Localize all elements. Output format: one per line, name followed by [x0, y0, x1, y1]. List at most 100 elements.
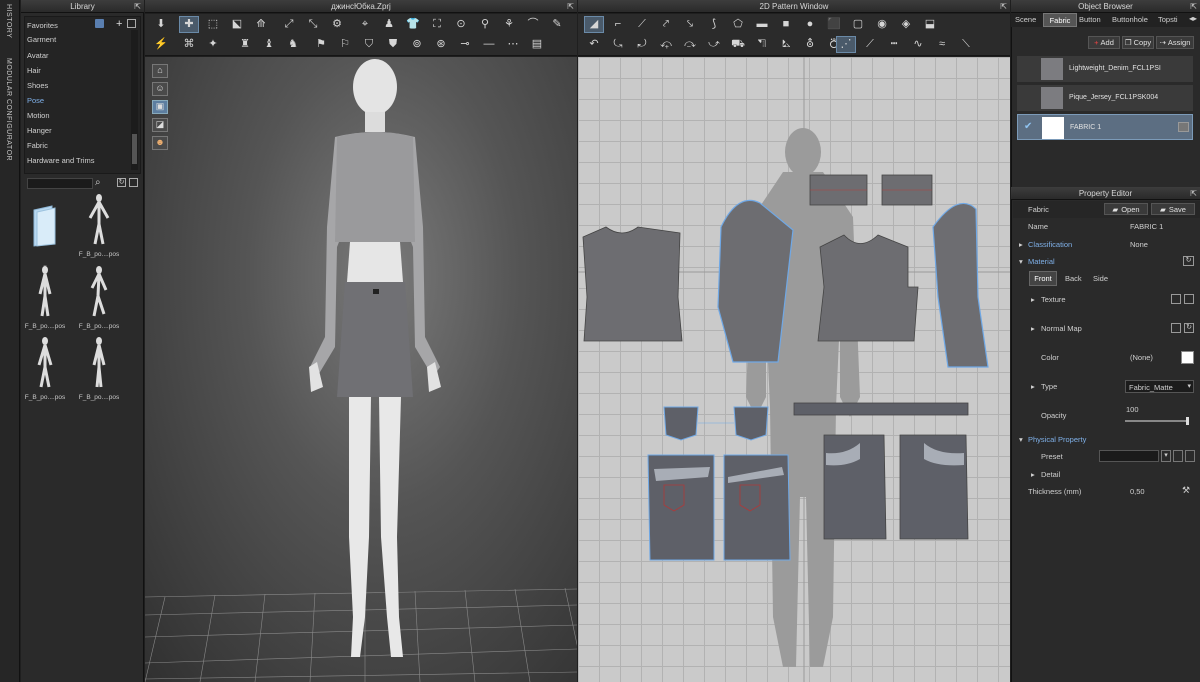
- tack-icon[interactable]: ⚙: [327, 16, 347, 33]
- doc-icon[interactable]: ▤: [527, 36, 547, 53]
- tack-2d-icon[interactable]: ⤽: [656, 36, 676, 53]
- trim-icon[interactable]: ⛉: [359, 36, 379, 53]
- fabric-list-item[interactable]: Lightweight_Denim_FCL1PSI: [1017, 56, 1193, 82]
- opacity-value[interactable]: 100: [1126, 405, 1139, 414]
- pleat-icon[interactable]: ⛟: [728, 36, 748, 53]
- internal-circle-icon[interactable]: ◉: [872, 16, 892, 33]
- tape-icon[interactable]: ⚐: [335, 36, 355, 53]
- edit-curve-icon[interactable]: ⟋: [632, 16, 652, 33]
- tab-button[interactable]: Button: [1079, 15, 1101, 24]
- popout-icon[interactable]: ⇱: [1190, 187, 1197, 200]
- internal-rect-icon[interactable]: ▢: [848, 16, 868, 33]
- library-category-garment[interactable]: Garment: [27, 35, 56, 44]
- collapse-arrow-icon[interactable]: ▾: [1019, 257, 1023, 266]
- side-tab-front[interactable]: Front: [1029, 271, 1057, 286]
- avatar-measure-icon[interactable]: ♟: [379, 16, 399, 33]
- tab-buttonhole[interactable]: Buttonhole: [1112, 15, 1148, 24]
- scale-icon[interactable]: ⬕: [227, 16, 247, 33]
- trace-icon[interactable]: ⬓: [920, 16, 940, 33]
- type-row[interactable]: ▸ Type Fabric_Matte ▾: [1013, 378, 1200, 395]
- simulate-icon[interactable]: ⚡: [151, 36, 171, 53]
- garment-fit-icon[interactable]: ♜: [235, 36, 255, 53]
- square-icon[interactable]: ■: [776, 16, 796, 33]
- opacity-slider[interactable]: [1125, 417, 1189, 425]
- file-item[interactable]: F_B_po....pos: [76, 190, 122, 258]
- file-item[interactable]: F_B_po....pos: [76, 262, 122, 330]
- add-icon[interactable]: +: [116, 18, 122, 30]
- file-item[interactable]: ..: [22, 200, 68, 268]
- measure-icon[interactable]: ⌖: [355, 16, 375, 33]
- file-item[interactable]: F_B_po....pos: [22, 333, 68, 401]
- internal-poly-icon[interactable]: ⬛: [824, 16, 844, 33]
- library-category-shoes[interactable]: Shoes: [27, 81, 48, 90]
- side-tab-back[interactable]: Back: [1065, 274, 1082, 283]
- collapse-arrow-icon[interactable]: ▾: [1019, 435, 1023, 444]
- refresh-icon[interactable]: ↻: [117, 178, 126, 187]
- select-box-icon[interactable]: ⬚: [203, 16, 223, 33]
- list-view-icon[interactable]: [129, 178, 138, 187]
- add-fabric-button[interactable]: + Add: [1088, 36, 1120, 49]
- library-category-pose[interactable]: Pose: [27, 96, 44, 105]
- polygon-icon[interactable]: ⬠: [728, 16, 748, 33]
- check-sewing-icon[interactable]: ⤾: [632, 36, 652, 53]
- library-category-motion[interactable]: Motion: [27, 111, 50, 120]
- library-category-favorites[interactable]: Favorites: [27, 21, 58, 30]
- line-icon[interactable]: —: [479, 36, 499, 53]
- dart-icon[interactable]: ◈: [896, 16, 916, 33]
- pin-3d-icon[interactable]: ⚑: [311, 36, 331, 53]
- library-scrollbar[interactable]: [131, 30, 138, 170]
- circle-icon[interactable]: ●: [800, 16, 820, 33]
- tab-topstitch[interactable]: Topsti: [1158, 15, 1178, 24]
- fold-arrange-icon[interactable]: ⤻: [704, 36, 724, 53]
- add-point-icon[interactable]: ⤤: [656, 16, 676, 33]
- copy-fabric-button[interactable]: ❐ Copy: [1122, 36, 1154, 49]
- brush-icon[interactable]: ✎: [547, 16, 567, 33]
- preset-save-icon[interactable]: [1173, 450, 1183, 462]
- snap-icon[interactable]: ⊛: [431, 36, 451, 53]
- expand-arrow-icon[interactable]: ▸: [1031, 470, 1035, 479]
- preset-open-icon[interactable]: [1185, 450, 1195, 462]
- buttonhole-2d-icon[interactable]: ⛢: [800, 36, 820, 53]
- transform-icon[interactable]: ✚: [179, 16, 199, 33]
- texture-display-icon[interactable]: ▣: [152, 100, 168, 114]
- selected-tool-icon[interactable]: ⋰: [836, 36, 856, 53]
- curve-point-icon[interactable]: ⤥: [680, 16, 700, 33]
- thickness-value[interactable]: 0,50: [1130, 487, 1145, 496]
- library-category-hardware[interactable]: Hardware and Trims: [27, 156, 95, 165]
- select-mesh-icon[interactable]: ⌘: [179, 36, 199, 53]
- fabric-list-item-selected[interactable]: ✔ FABRIC 1: [1017, 114, 1193, 140]
- popout-icon[interactable]: ⇱: [1000, 0, 1007, 13]
- material-row[interactable]: ▾ Material ↻: [1013, 253, 1200, 270]
- texture-row[interactable]: ▸ Texture: [1013, 291, 1200, 308]
- file-item[interactable]: F_B_po....pos: [76, 333, 122, 401]
- segment-sewing-icon[interactable]: ↶: [584, 36, 604, 53]
- expand-arrow-icon[interactable]: ▸: [1019, 240, 1023, 249]
- lock-icon[interactable]: [1178, 122, 1189, 132]
- shirt-icon[interactable]: ⛶: [427, 16, 447, 33]
- shirt-2d-icon[interactable]: ⛠: [752, 36, 772, 53]
- shirt-front-icon[interactable]: ⛊: [383, 36, 403, 53]
- zipper-icon[interactable]: ⚲: [475, 16, 495, 33]
- point-icon[interactable]: ⊸: [455, 36, 475, 53]
- zigzag-icon[interactable]: ≈: [932, 36, 952, 53]
- file-item[interactable]: F_B_po....pos: [22, 262, 68, 330]
- move-down-icon[interactable]: ⬇: [151, 16, 171, 33]
- wrench-icon[interactable]: ⚒: [1182, 485, 1190, 496]
- name-value[interactable]: FABRIC 1: [1130, 222, 1163, 231]
- preset-select[interactable]: [1099, 450, 1159, 462]
- button-2d-icon[interactable]: ⛡: [776, 36, 796, 53]
- history-tab[interactable]: HISTORY: [5, 4, 12, 38]
- grid-view-icon[interactable]: [127, 19, 136, 28]
- tab-scene[interactable]: Scene: [1015, 15, 1036, 24]
- chevron-down-icon[interactable]: ▾: [1161, 450, 1171, 462]
- slash-icon[interactable]: ⟍: [956, 36, 976, 53]
- garment-icon[interactable]: 👕: [403, 16, 423, 33]
- normal-map-reset-icon[interactable]: ↻: [1184, 323, 1194, 333]
- texture-delete-icon[interactable]: [1184, 294, 1194, 304]
- popout-icon[interactable]: ⇱: [567, 0, 574, 13]
- side-tab-side[interactable]: Side: [1093, 274, 1108, 283]
- popout-icon[interactable]: ⇱: [1190, 0, 1197, 13]
- free-sewing-icon[interactable]: ⤿: [608, 36, 628, 53]
- popout-icon[interactable]: ⇱: [134, 0, 141, 13]
- type-select[interactable]: Fabric_Matte ▾: [1125, 380, 1194, 393]
